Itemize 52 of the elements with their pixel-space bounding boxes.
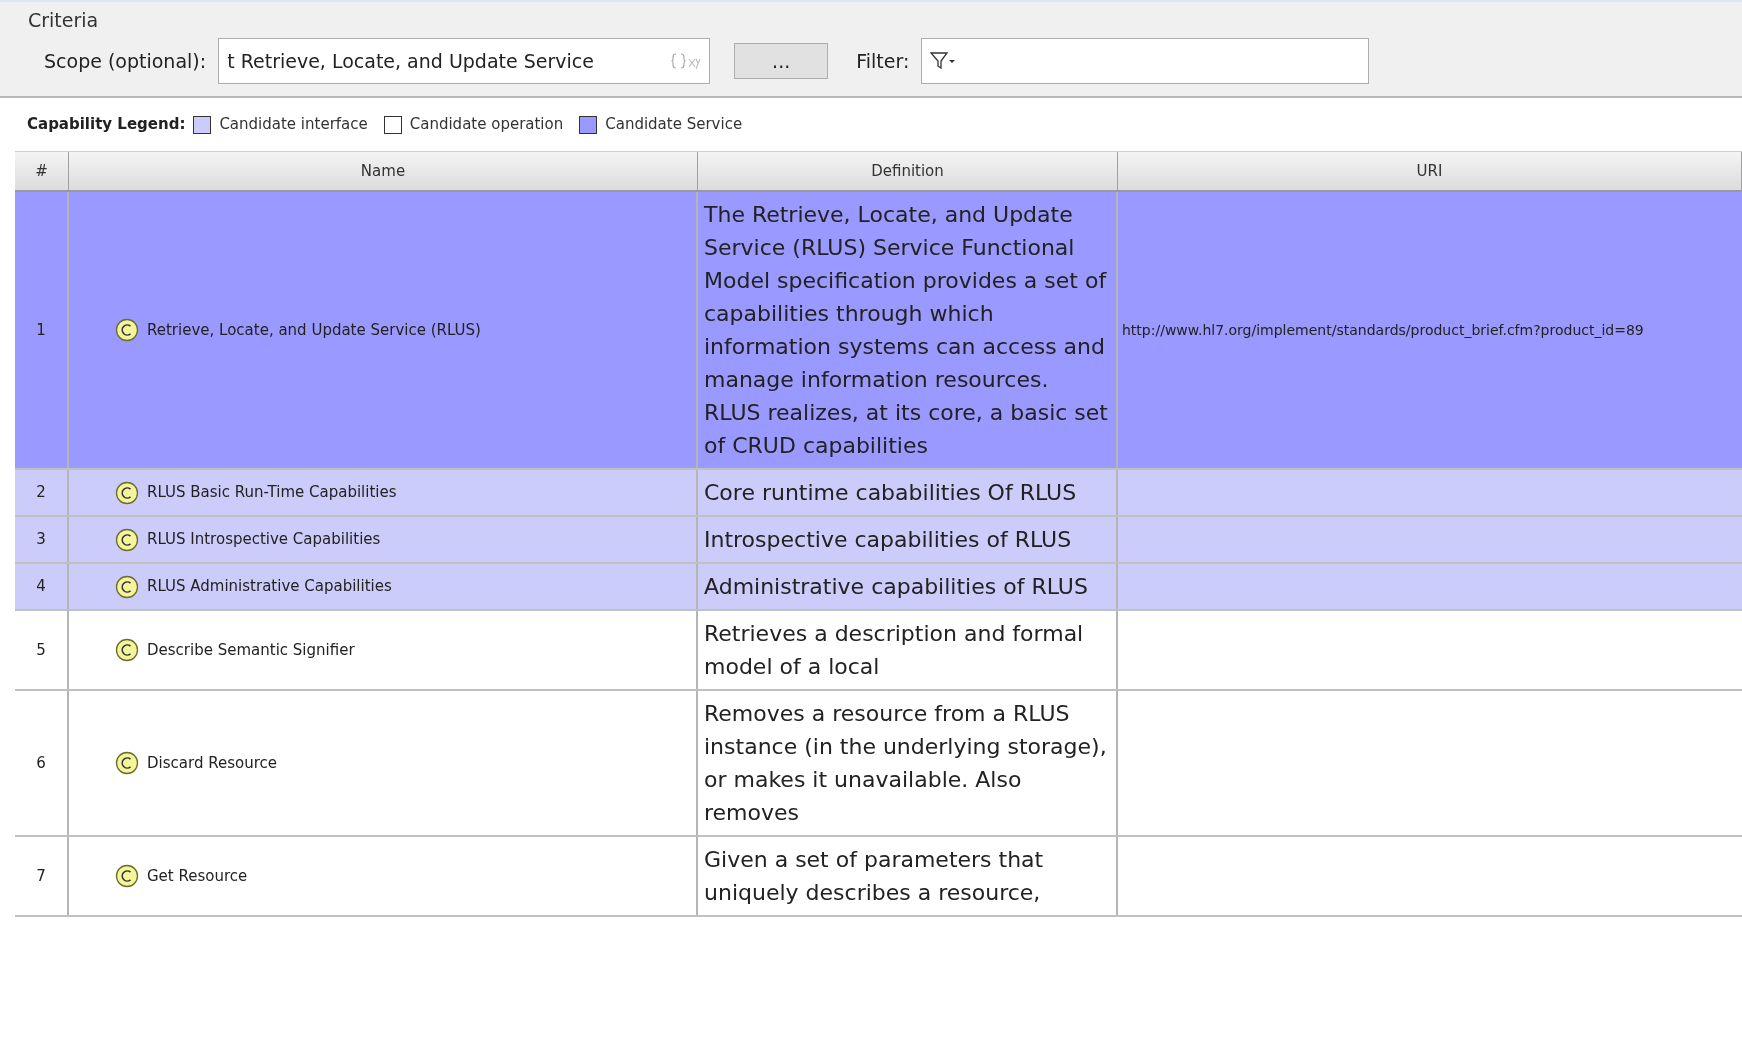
capability-icon: [115, 480, 139, 505]
row-number: 2: [36, 482, 46, 504]
capability-icon: [115, 751, 139, 775]
row-number: 7: [36, 865, 46, 887]
legend-label: Candidate interface: [219, 114, 368, 136]
capability-icon: [115, 864, 139, 888]
capability-name: Get Resource: [147, 865, 248, 887]
capability-icon: [115, 318, 139, 342]
uri-link[interactable]: http://www.hl7.org/implement/standards/product_brief.cfm?product_id=89: [1122, 319, 1644, 341]
capability-icon: [115, 638, 139, 662]
capability-icon: [115, 527, 139, 552]
table-row[interactable]: 3 RLUS Introspective Capabilities Introspective capabilities of RLUS: [15, 517, 1742, 564]
column-header[interactable]: Definition: [698, 152, 1118, 190]
table-row[interactable]: 7 Get Resource Given a set of parameters that uniquely describes a resource,: [15, 837, 1742, 917]
capability-name: Describe Semantic Signifier: [147, 639, 355, 661]
definition-text: Introspective capabilities of RLUS: [704, 526, 1073, 554]
capability-icon: [115, 574, 139, 599]
filter-label: Filter:: [856, 48, 910, 74]
definition-text: The Retrieve, Locate, and Update Service (RLUS) Service Functional Model specification provides a set of capabilities through which information systems can access and manage information resources. RLUS realizes, at its core, a basic set of CRUD capabilities: [704, 201, 1109, 460]
table-row[interactable]: 6 Discard Resource Removes a resource from a RLUS instance (in the underlying storage), or makes it unavailable. Also removes: [15, 691, 1742, 837]
scope-field[interactable]: t Retrieve, Locate, and Update Service: [218, 38, 711, 84]
definition-text: Core runtime cababilities Of RLUS: [704, 479, 1078, 507]
browse-button[interactable]: ...: [734, 43, 829, 79]
row-number: 3: [36, 529, 46, 551]
capability-name: RLUS Introspective Capabilities: [147, 529, 381, 551]
capability-name: Retrieve, Locate, and Update Service (RLUS): [147, 319, 481, 341]
row-number: 4: [36, 576, 46, 598]
legend-title: Capability Legend:: [27, 114, 186, 136]
row-number: 5: [36, 639, 46, 661]
capability-name: Discard Resource: [147, 752, 277, 774]
definition-text: Administrative capabilities of RLUS: [704, 573, 1089, 601]
scope-label: Scope (optional):: [44, 48, 207, 74]
column-header[interactable]: URI: [1118, 152, 1742, 190]
legend-label: Candidate Service: [605, 114, 743, 136]
filter-field[interactable]: [921, 38, 1370, 84]
filter-icon: [930, 51, 957, 71]
group-title: Criteria: [28, 8, 100, 33]
column-header[interactable]: Name: [69, 152, 698, 190]
capability-name: RLUS Administrative Capabilities: [147, 576, 392, 598]
table-row[interactable]: 4 RLUS Administrative Capabilities Administrative capabilities of RLUS: [15, 564, 1742, 611]
table-row[interactable]: 5 Describe Semantic Signifier Retrieves a description and formal model of a local: [15, 611, 1742, 691]
definition-text: Retrieves a description and formal model of a local: [704, 620, 1085, 681]
definition-text: Given a set of parameters that uniquely describes a resource,: [704, 846, 1045, 907]
column-header[interactable]: #: [15, 152, 69, 190]
braces-icon: [671, 52, 702, 70]
capability-name: RLUS Basic Run-Time Capabilities: [147, 482, 397, 504]
table-row[interactable]: 2 RLUS Basic Run-Time Capabilities Core runtime cababilities Of RLUS: [15, 470, 1742, 517]
row-number: 1: [36, 319, 46, 341]
definition-text: Removes a resource from a RLUS instance (in the underlying storage), or makes it unavailable. Also removes: [704, 700, 1108, 827]
table-row[interactable]: [15, 192, 1742, 470]
row-number: 6: [36, 752, 46, 774]
legend-label: Candidate operation: [409, 114, 564, 136]
